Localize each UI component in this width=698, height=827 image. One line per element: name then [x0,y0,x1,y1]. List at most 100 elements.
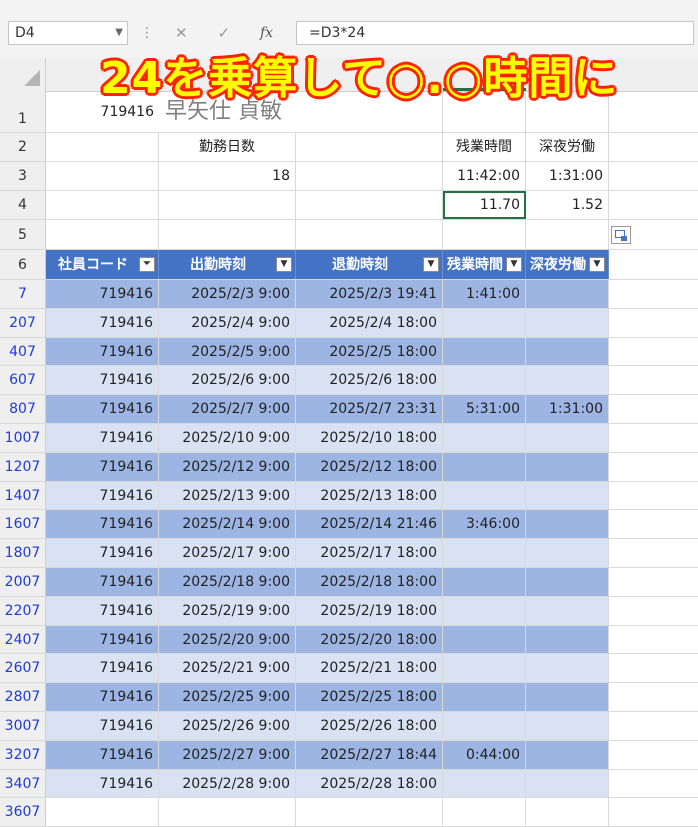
cell-clock-out[interactable]: 2025/2/18 18:00 [296,568,443,596]
header-cell[interactable]: 残業時間 ▼ [443,250,526,279]
cell-empty[interactable] [609,740,698,769]
cell-empty[interactable] [609,769,698,798]
filter-dropdown-icon[interactable]: ▼ [506,257,522,272]
cell-clock-in[interactable]: 2025/2/3 9:00 [159,280,296,308]
quick-analysis-icon[interactable] [611,226,631,244]
cell-employee-code[interactable]: 719416 [46,740,159,769]
chevron-down-icon[interactable]: ▼ [115,22,123,44]
filter-dropdown-icon[interactable]: ▼ [589,257,605,272]
cell-employee-code[interactable]: 719416 [46,337,159,366]
cell-c4[interactable] [296,191,443,219]
cell-overtime[interactable] [443,769,526,798]
cell-empty[interactable] [526,798,609,827]
cell-employee-code[interactable]: 719416 [46,625,159,654]
cell-clock-in[interactable]: 2025/2/21 9:00 [159,654,296,683]
cell-night-work[interactable] [526,337,609,366]
cell-empty[interactable] [296,798,443,827]
row-number[interactable]: 1807 [0,539,46,567]
cell-empty[interactable] [609,568,698,596]
cell-employee-code[interactable]: 719416 [46,366,159,395]
cell-employee-code[interactable]: 719416 [46,452,159,481]
cell-empty[interactable] [609,366,698,395]
cell-night-work[interactable] [526,769,609,798]
row-number[interactable]: 3607 [0,798,46,827]
cell-overtime[interactable] [443,683,526,711]
row-number[interactable]: 607 [0,366,46,395]
cell-clock-in[interactable]: 2025/2/14 9:00 [159,510,296,539]
cell-empty[interactable] [609,337,698,366]
cell-overtime[interactable]: 0:44:00 [443,740,526,769]
cell-b2[interactable]: 勤務日数 [159,133,296,161]
cell-clock-in[interactable]: 2025/2/10 9:00 [159,424,296,452]
cell-a3[interactable] [46,162,159,190]
cell-clock-out[interactable]: 2025/2/20 18:00 [296,625,443,654]
cell-clock-out[interactable]: 2025/2/27 18:44 [296,740,443,769]
cell-b5[interactable] [159,220,296,249]
cell-d5[interactable] [443,220,526,249]
cell-d2[interactable]: 残業時間 [443,133,526,161]
cell-empty[interactable] [609,596,698,625]
cell-clock-in[interactable]: 2025/2/5 9:00 [159,337,296,366]
cell-overtime[interactable] [443,424,526,452]
cell-empty[interactable] [609,539,698,567]
cell-employee-code[interactable]: 719416 [46,712,159,740]
cell-employee-code[interactable]: 719416 [46,424,159,452]
cell-employee-code[interactable]: 719416 [46,596,159,625]
cell-night-work[interactable] [526,712,609,740]
cell-empty[interactable] [609,654,698,683]
cell-empty[interactable] [609,625,698,654]
cancel-icon[interactable]: ✕ [175,24,188,42]
cell-overtime[interactable] [443,481,526,510]
cell-empty[interactable] [609,308,698,337]
cell-f6[interactable] [609,250,698,279]
cell-f2[interactable] [609,133,698,161]
cell-employee-code[interactable]: 719416 [46,510,159,539]
cell-empty[interactable] [159,798,296,827]
cell-night-work[interactable]: 1:31:00 [526,395,609,423]
row-number[interactable]: 2407 [0,625,46,654]
cell-c5[interactable] [296,220,443,249]
row-number[interactable]: 1007 [0,424,46,452]
cell-empty[interactable] [609,712,698,740]
cell-empty[interactable] [609,510,698,539]
row-number[interactable]: 407 [0,337,46,366]
row-number[interactable]: 2 [0,133,46,161]
cell-empty[interactable] [609,481,698,510]
cell-clock-in[interactable]: 2025/2/12 9:00 [159,452,296,481]
cell-night-work[interactable] [526,510,609,539]
row-number[interactable]: 5 [0,220,46,249]
cell-clock-in[interactable]: 2025/2/20 9:00 [159,625,296,654]
cell-empty[interactable] [609,280,698,308]
row-number[interactable]: 2207 [0,596,46,625]
cell-clock-in[interactable]: 2025/2/6 9:00 [159,366,296,395]
cell-night-work[interactable] [526,568,609,596]
cell-a2[interactable] [46,133,159,161]
cell-a4[interactable] [46,191,159,219]
row-number[interactable]: 1407 [0,481,46,510]
cell-empty[interactable] [46,798,159,827]
cell-employee-code[interactable]: 719416 [46,481,159,510]
cell-employee-code[interactable]: 719416 [46,654,159,683]
cell-empty[interactable] [609,395,698,423]
cell-f3[interactable] [609,162,698,190]
cell-overtime[interactable] [443,568,526,596]
filter-dropdown-icon[interactable]: ▼ [276,257,292,272]
cell-clock-in[interactable]: 2025/2/7 9:00 [159,395,296,423]
cell-a5[interactable] [46,220,159,249]
cell-clock-in[interactable]: 2025/2/13 9:00 [159,481,296,510]
cell-e5[interactable] [526,220,609,249]
cell-empty[interactable] [609,798,698,826]
cell-employee-code[interactable]: 719416 [46,308,159,337]
cell-clock-in[interactable]: 2025/2/4 9:00 [159,308,296,337]
cell-overtime[interactable] [443,452,526,481]
filter-applied-icon[interactable]: ⏷ [139,257,155,272]
filter-dropdown-icon[interactable]: ▼ [423,257,439,272]
row-number[interactable]: 3007 [0,712,46,740]
row-number[interactable]: 7 [0,280,46,308]
cell-f1[interactable] [609,91,698,132]
cell-clock-in[interactable]: 2025/2/25 9:00 [159,683,296,711]
cell-overtime[interactable] [443,712,526,740]
cell-clock-out[interactable]: 2025/2/14 21:46 [296,510,443,539]
cell-clock-in[interactable]: 2025/2/27 9:00 [159,740,296,769]
cell-overtime[interactable] [443,539,526,567]
